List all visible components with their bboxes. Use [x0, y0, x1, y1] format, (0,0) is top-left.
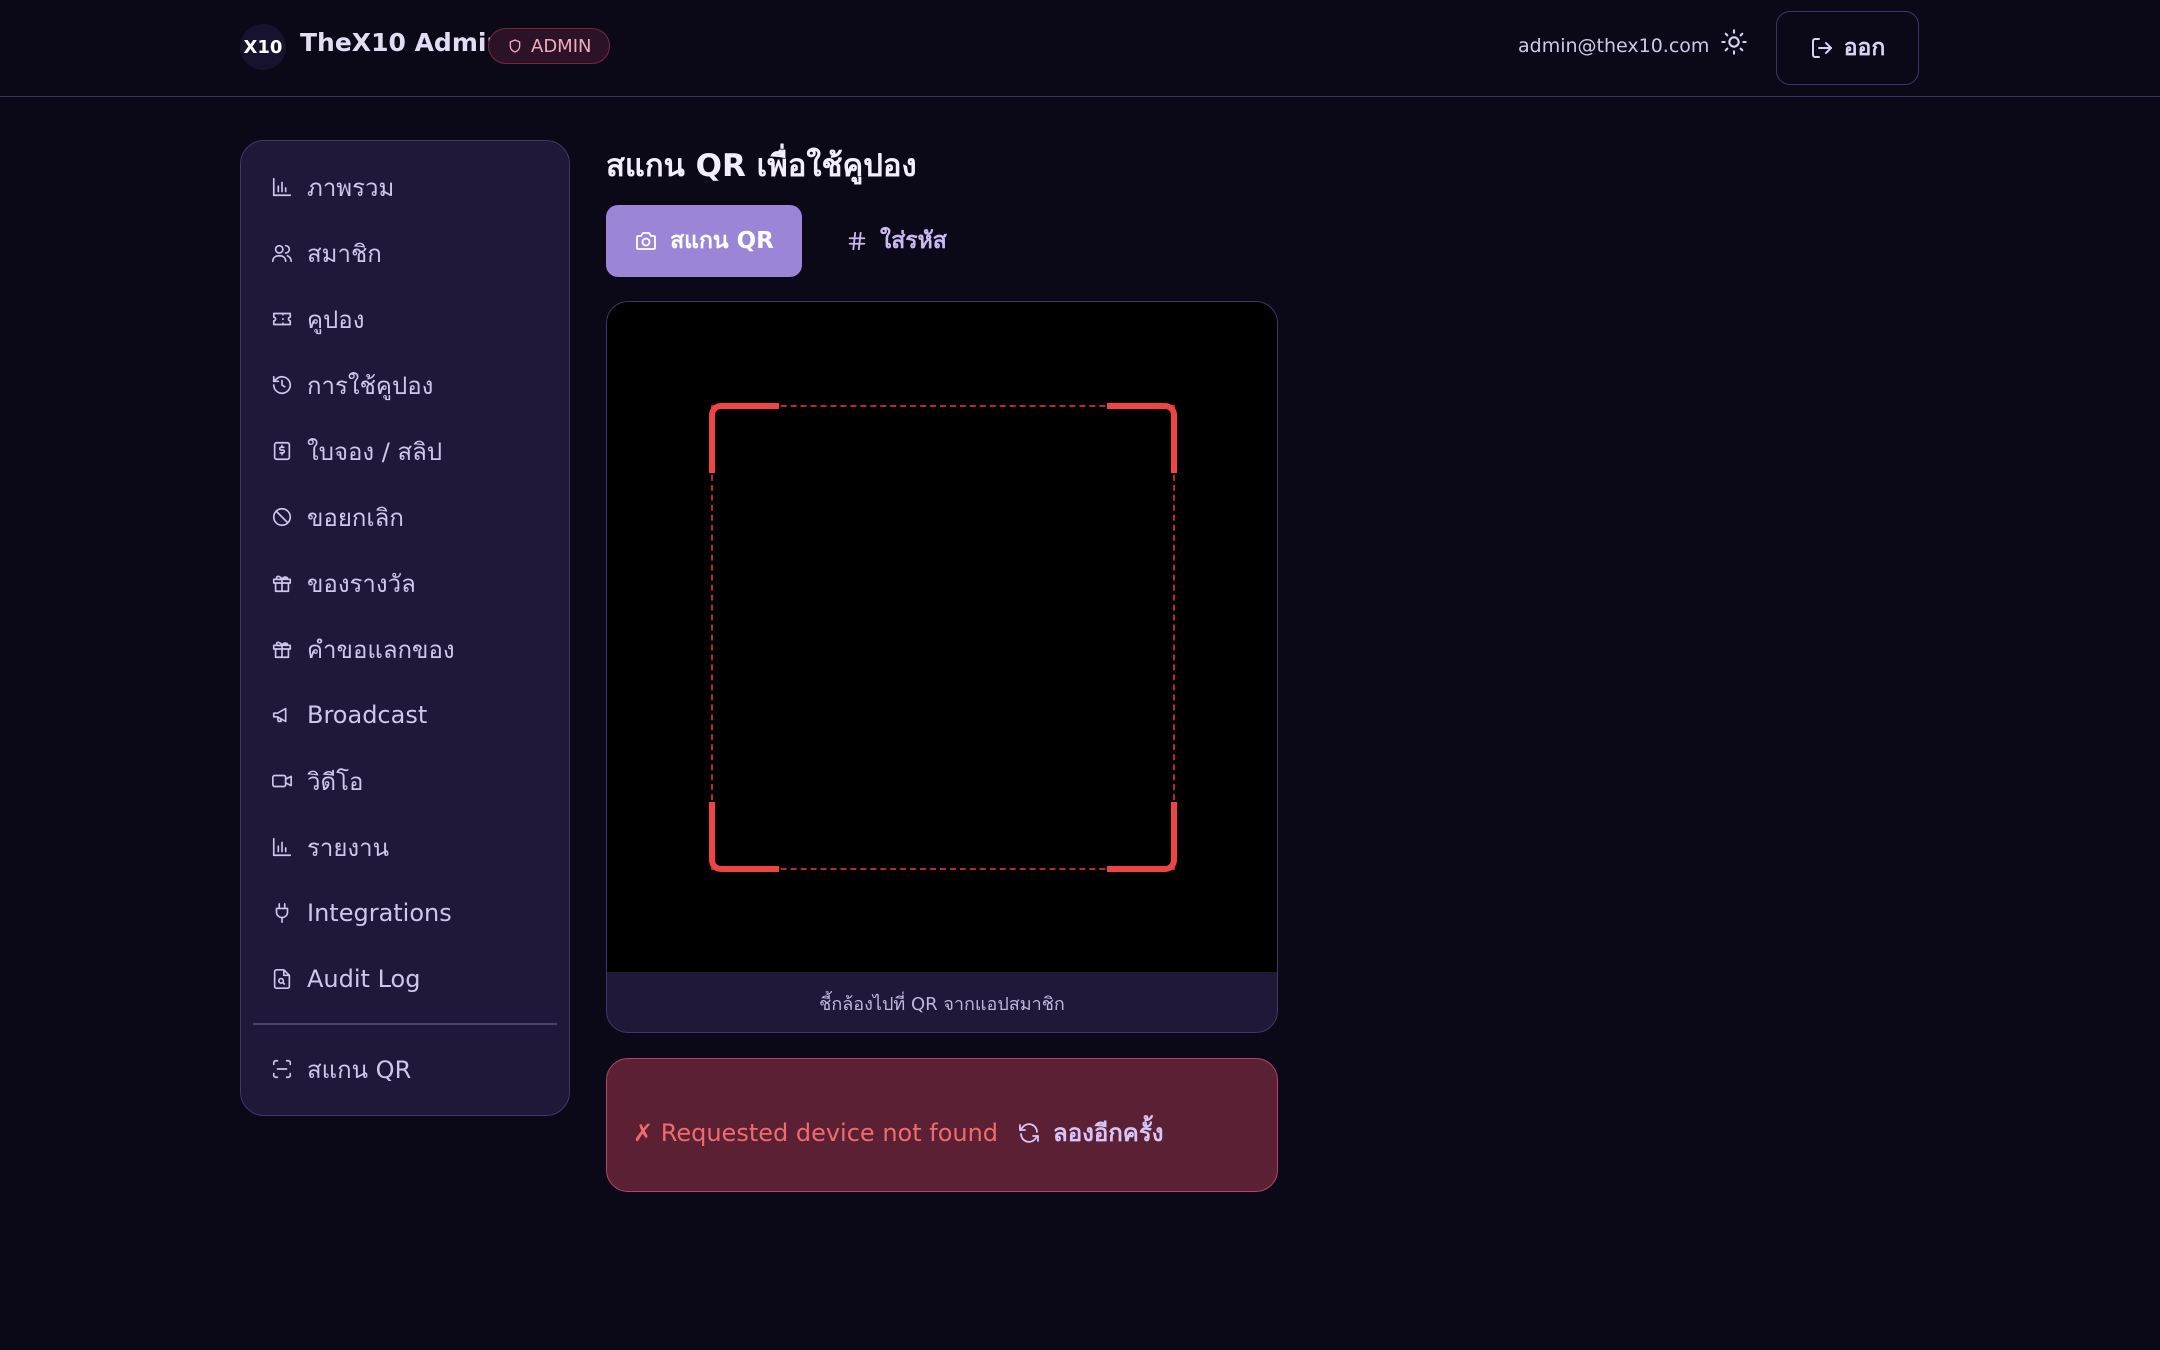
- user-email: admin@thex10.com: [1518, 35, 1710, 57]
- sidebar-item-members[interactable]: สมาชิก: [271, 231, 382, 275]
- sidebar-divider: [253, 1023, 557, 1025]
- theme-toggle-button[interactable]: [1716, 24, 1752, 60]
- sidebar-item-audit-log[interactable]: Audit Log: [271, 957, 420, 1001]
- sidebar: ภาพรวม สมาชิก คูปอง การใช้คูปอง ใบจอง / …: [240, 140, 570, 1116]
- sidebar-item-reports[interactable]: รายงาน: [271, 825, 389, 869]
- retry-button[interactable]: ลองอีกครั้ง: [1017, 1113, 1163, 1152]
- sidebar-item-label: ขอยกเลิก: [307, 503, 404, 532]
- sidebar-item-label: การใช้คูปอง: [307, 371, 434, 400]
- camera-icon: [636, 232, 657, 250]
- sidebar-item-scan-qr[interactable]: สแกน QR: [271, 1047, 411, 1091]
- gift-icon: [272, 575, 292, 593]
- ban-icon: [272, 507, 292, 527]
- sidebar-item-label: สมาชิก: [307, 239, 382, 268]
- bar-chart-icon: [272, 837, 292, 857]
- sidebar-item-label: ของรางวัล: [307, 569, 416, 598]
- retry-label: ลองอีกครั้ง: [1053, 1119, 1164, 1147]
- sidebar-item-label: Broadcast: [307, 701, 428, 729]
- sidebar-item-integrations[interactable]: Integrations: [271, 891, 452, 935]
- megaphone-icon: [272, 707, 287, 723]
- sidebar-item-bookings-slips[interactable]: ใบจอง / สลิป: [271, 429, 442, 473]
- scan-frame-corner: [709, 802, 779, 872]
- sidebar-item-label: รายงาน: [307, 833, 390, 862]
- hash-icon: [848, 231, 866, 251]
- scanner-caption: ชี้กล้องไปที่ QR จากแอปสมาชิก: [819, 993, 1065, 1015]
- sidebar-item-label: สแกน QR: [307, 1055, 412, 1084]
- logout-label: ออก: [1843, 35, 1886, 61]
- scan-icon: [272, 1059, 292, 1079]
- scan-frame-corner: [1107, 403, 1177, 473]
- sidebar-item-redeem-requests[interactable]: คำขอแลกของ: [271, 627, 455, 671]
- logo-badge[interactable]: X10: [240, 24, 286, 70]
- scan-frame-corner: [1107, 802, 1177, 872]
- role-badge-label: ADMIN: [531, 35, 592, 57]
- error-alert: ✗ Requested device not found ลองอีกครั้ง: [606, 1058, 1278, 1192]
- page-title: สแกน QR เพื่อใช้คูปอง: [606, 148, 917, 184]
- sidebar-item-cancel-requests[interactable]: ขอยกเลิก: [271, 495, 404, 539]
- sidebar-item-rewards[interactable]: ของรางวัล: [271, 561, 416, 605]
- sidebar-item-videos[interactable]: วิดีโอ: [271, 759, 363, 803]
- sidebar-item-label: Audit Log: [307, 965, 421, 993]
- scan-frame-corner: [709, 403, 779, 473]
- receipt-dollar-icon: [273, 441, 291, 461]
- role-badge: ADMIN: [488, 28, 611, 64]
- file-search-icon: [273, 969, 291, 989]
- tab-enter-code-label: ใส่รหัส: [880, 228, 947, 254]
- sidebar-item-label: ใบจอง / สลิป: [307, 437, 443, 466]
- sidebar-item-label: Integrations: [307, 899, 452, 927]
- video-icon: [272, 774, 292, 788]
- users-icon: [272, 244, 292, 263]
- sidebar-item-coupons[interactable]: คูปอง: [271, 297, 364, 341]
- sidebar-item-label: ภาพรวม: [307, 173, 395, 202]
- camera-viewport[interactable]: [607, 302, 1277, 972]
- bar-chart-icon: [272, 177, 292, 197]
- logout-icon: [1811, 38, 1832, 58]
- tab-scan-qr[interactable]: สแกน QR: [606, 205, 802, 277]
- sidebar-item-label: คำขอแลกของ: [307, 635, 455, 664]
- plug-icon: [275, 903, 289, 923]
- logout-button[interactable]: ออก: [1776, 11, 1919, 85]
- sidebar-item-label: วิดีโอ: [307, 767, 364, 796]
- refresh-icon: [1019, 1122, 1039, 1143]
- sidebar-item-coupon-usage[interactable]: การใช้คูปอง: [271, 363, 433, 407]
- tab-enter-code[interactable]: ใส่รหัส: [828, 205, 965, 277]
- sidebar-item-broadcast[interactable]: Broadcast: [271, 693, 427, 737]
- ticket-icon: [272, 312, 292, 326]
- gift-icon: [272, 641, 292, 659]
- app-title[interactable]: TheX10 Admin: [300, 28, 504, 57]
- sun-icon: [1721, 29, 1747, 55]
- history-icon: [272, 375, 292, 395]
- sidebar-item-label: คูปอง: [307, 305, 365, 334]
- top-bar: X10 TheX10 Admin ADMIN admin@thex10.com …: [0, 0, 2160, 97]
- sidebar-item-overview[interactable]: ภาพรวม: [271, 165, 394, 209]
- tab-scan-qr-label: สแกน QR: [670, 228, 774, 254]
- error-message: ✗ Requested device not found: [633, 1119, 999, 1147]
- shield-icon: [509, 39, 521, 53]
- scan-frame: [709, 403, 1177, 872]
- qr-scanner-card: ชี้กล้องไปที่ QR จากแอปสมาชิก: [606, 301, 1278, 1033]
